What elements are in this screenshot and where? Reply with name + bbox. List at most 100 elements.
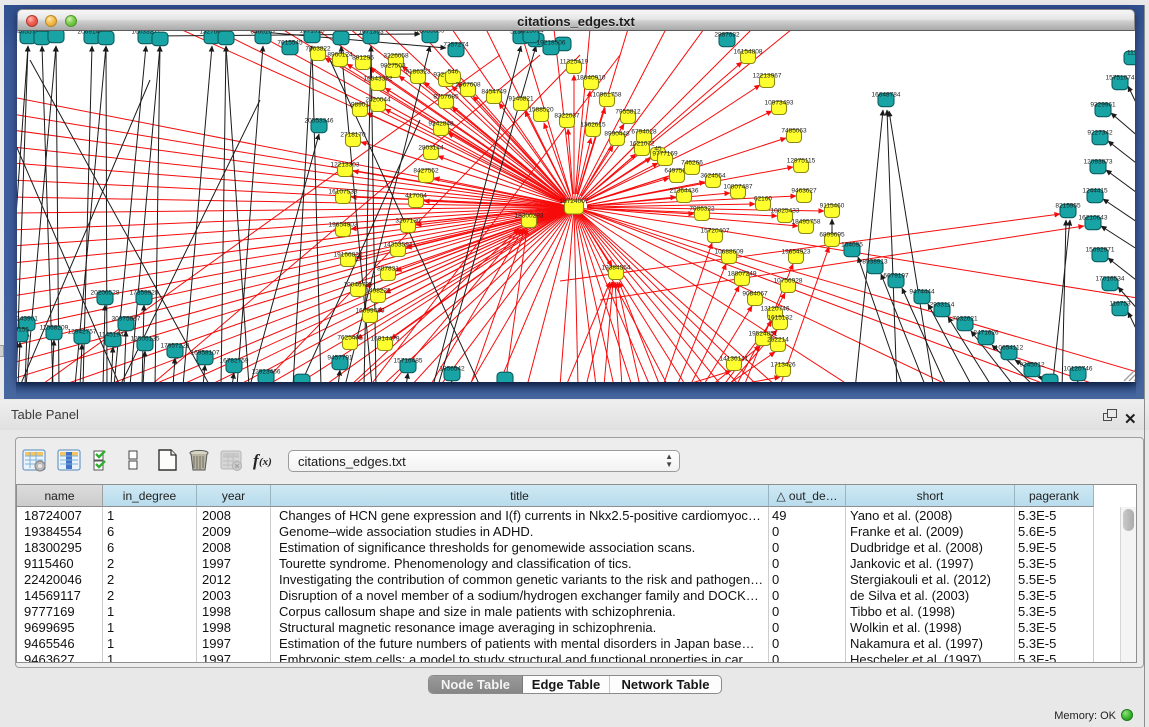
svg-text:1621072: 1621072 (629, 141, 655, 148)
svg-text:12942757: 12942757 (68, 328, 97, 335)
svg-text:10961758: 10961758 (593, 92, 622, 99)
svg-text:111: 111 (1127, 50, 1135, 57)
svg-text:15720407: 15720407 (701, 228, 730, 235)
svg-text:1362615: 1362615 (580, 122, 606, 129)
svg-text:164095: 164095 (841, 241, 863, 248)
svg-text:18640910: 18640910 (577, 75, 606, 82)
svg-text:6679197: 6679197 (883, 272, 909, 279)
svg-text:1713426: 1713426 (770, 362, 796, 369)
svg-text:98901: 98901 (351, 102, 369, 109)
svg-text:(x): (x) (259, 456, 272, 468)
svg-text:417004: 417004 (405, 193, 427, 200)
svg-text:13120746: 13120746 (761, 306, 790, 313)
svg-text:17957223: 17957223 (161, 342, 190, 349)
svg-text:14353594: 14353594 (384, 242, 413, 249)
svg-text:10756928: 10756928 (774, 278, 803, 285)
svg-text:7485063: 7485063 (781, 128, 807, 135)
svg-text:16914479: 16914479 (371, 336, 400, 343)
svg-text:6899695: 6899695 (819, 232, 845, 239)
svg-text:7625402: 7625402 (337, 335, 363, 342)
svg-text:8454749: 8454749 (481, 89, 507, 96)
svg-text:7955812: 7955812 (615, 109, 641, 116)
svg-text:18300293: 18300293 (515, 213, 544, 220)
svg-text:16154808: 16154808 (734, 49, 763, 56)
svg-text:9777169: 9777169 (652, 151, 678, 158)
svg-text:8960124: 8960124 (327, 52, 353, 59)
svg-text:39155: 39155 (17, 326, 29, 333)
svg-text:3624554: 3624554 (700, 173, 726, 180)
svg-text:18724007: 18724007 (560, 198, 589, 205)
svg-text:1498222: 1498222 (365, 288, 391, 295)
svg-text:887831: 887831 (377, 266, 399, 273)
svg-text:9474444: 9474444 (909, 288, 935, 295)
svg-text:1671353: 1671353 (358, 31, 384, 36)
svg-text:12213303: 12213303 (331, 162, 360, 169)
svg-text:12923466: 12923466 (252, 368, 281, 375)
svg-text:1856542: 1856542 (439, 365, 465, 372)
svg-text:12093873: 12093873 (1084, 158, 1113, 165)
svg-text:16099489: 16099489 (356, 308, 385, 315)
svg-text:10654112: 10654112 (995, 344, 1024, 351)
svg-text:20553346: 20553346 (305, 118, 334, 125)
svg-text:8427552: 8427552 (413, 168, 439, 175)
svg-text:9084067: 9084067 (742, 291, 768, 298)
svg-text:7357274: 7357274 (443, 42, 469, 49)
svg-text:10807487: 10807487 (724, 184, 753, 191)
svg-text:10025433: 10025433 (771, 208, 800, 215)
svg-text:1615132: 1615132 (767, 315, 793, 322)
svg-text:8757685: 8757685 (433, 94, 459, 101)
svg-text:17359928: 17359928 (130, 289, 159, 296)
svg-text:2718170: 2718170 (340, 132, 366, 139)
svg-text:11568209: 11568209 (40, 324, 69, 331)
svg-text:2803144: 2803144 (418, 145, 444, 152)
svg-text:3226058: 3226058 (383, 53, 409, 60)
svg-text:16210643: 16210643 (1079, 214, 1108, 221)
svg-text:1244415: 1244415 (1082, 187, 1108, 194)
svg-text:8322037: 8322037 (554, 113, 580, 120)
svg-text:9242848: 9242848 (428, 121, 454, 128)
svg-text:1071913: 1071913 (299, 31, 325, 35)
svg-text:2933114: 2933114 (930, 301, 955, 308)
svg-text:17016534: 17016534 (1096, 275, 1125, 282)
svg-text:14136141: 14136141 (720, 356, 749, 363)
svg-text:7615545: 7615545 (277, 40, 303, 47)
svg-text:9227342: 9227342 (1087, 129, 1113, 136)
svg-text:21364436: 21364436 (670, 188, 699, 195)
svg-text:19218506: 19218506 (537, 40, 566, 47)
svg-text:18495758: 18495758 (792, 219, 821, 226)
svg-text:243901: 243901 (17, 315, 38, 322)
svg-text:7632621: 7632621 (952, 315, 978, 322)
svg-text:16648784: 16648784 (872, 92, 901, 99)
svg-text:8938913: 8938913 (862, 258, 888, 265)
svg-text:18807249: 18807249 (728, 271, 757, 278)
svg-text:6466102: 6466102 (250, 31, 276, 36)
svg-text:62160: 62160 (754, 196, 772, 203)
svg-text:16782759: 16782759 (220, 357, 249, 364)
svg-text:1588520: 1588520 (528, 107, 554, 114)
svg-text:19654903: 19654903 (329, 222, 358, 229)
svg-text:15692971: 15692971 (1086, 246, 1115, 253)
svg-text:116753: 116753 (1109, 300, 1131, 307)
svg-text:9115460: 9115460 (820, 203, 845, 210)
svg-text:891295: 891295 (352, 55, 374, 62)
svg-text:16033809: 16033809 (416, 31, 445, 35)
svg-text:2967608: 2967608 (455, 82, 481, 89)
svg-text:16543382: 16543382 (364, 76, 393, 83)
svg-text:3267130: 3267130 (395, 218, 421, 225)
svg-text:8186323: 8186323 (405, 69, 431, 76)
svg-text:12975115: 12975115 (787, 158, 816, 165)
svg-text:15751074: 15751074 (1106, 75, 1135, 82)
svg-text:2420044: 2420044 (365, 97, 391, 104)
svg-text:8471626: 8471626 (973, 329, 999, 336)
svg-text:2887682: 2887682 (714, 32, 740, 39)
svg-text:9245012: 9245012 (1019, 361, 1045, 368)
svg-text:8813054: 8813054 (518, 31, 544, 35)
svg-text:9146821: 9146821 (508, 96, 534, 103)
svg-text:9463627: 9463627 (791, 188, 817, 195)
svg-text:20206528: 20206528 (91, 289, 120, 296)
svg-text:6794028: 6794028 (631, 129, 657, 136)
svg-text:12505135: 12505135 (131, 335, 160, 342)
svg-text:8215955: 8215955 (1055, 202, 1081, 209)
svg-text:19654923: 19654923 (782, 249, 811, 256)
svg-text:11325419: 11325419 (560, 59, 589, 66)
